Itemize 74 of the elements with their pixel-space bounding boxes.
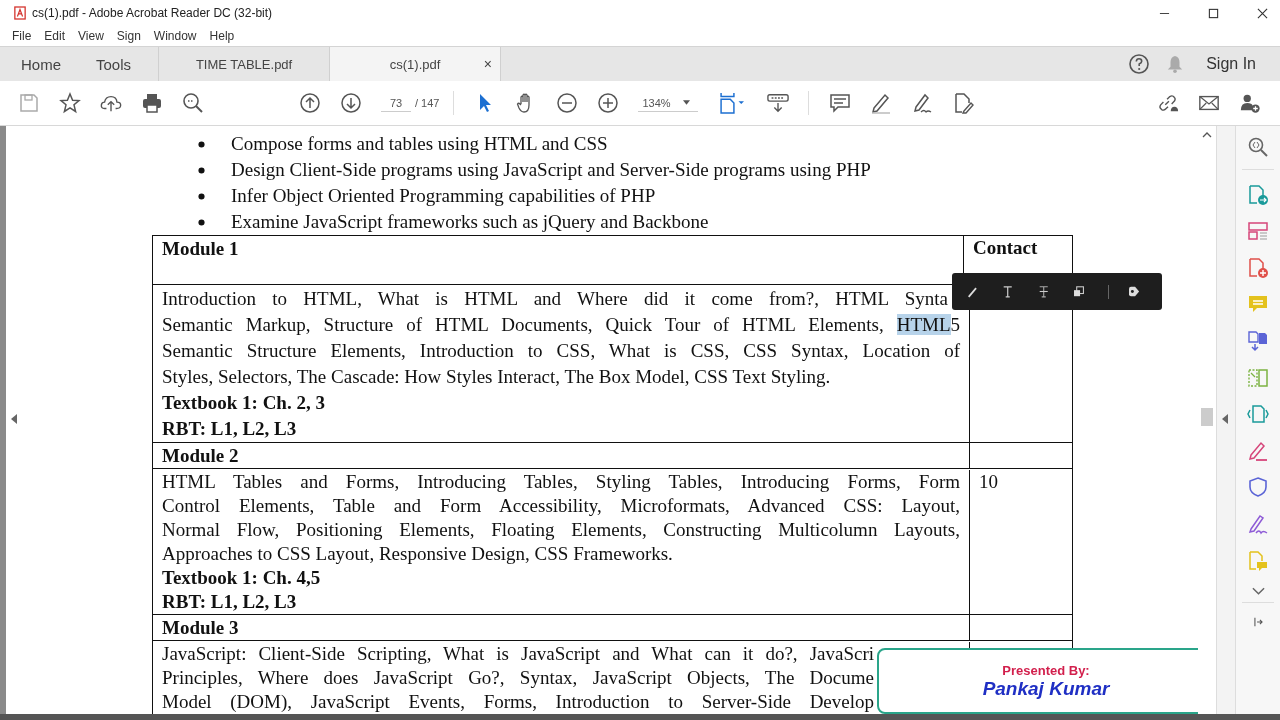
menu-item[interactable]: Edit	[44, 29, 66, 43]
module-heading: Module 3	[162, 617, 239, 638]
add-user-icon[interactable]	[1239, 92, 1261, 114]
documents-icon[interactable]	[1247, 329, 1269, 352]
window-title: cs(1).pdf - Adobe Acrobat Reader DC (32-bit)	[32, 6, 273, 20]
pdf-app-icon	[14, 6, 26, 20]
rbt-levels: RBT: L1, L2, L3	[162, 590, 298, 614]
page-count: / 147	[415, 97, 440, 109]
presenter-name: Pankaj Kumar	[982, 677, 1110, 700]
textbook-reference: Textbook 1: Ch. 2, 3	[162, 391, 326, 415]
textbook-reference: Textbook 1: Ch. 4,5	[162, 566, 322, 590]
zoom-in-icon[interactable]	[597, 92, 620, 114]
menu-item[interactable]: File	[12, 29, 32, 43]
menu-item[interactable]: Window	[153, 29, 197, 43]
document-compress-icon[interactable]	[1247, 403, 1269, 426]
collapse-panel-icon[interactable]	[1251, 617, 1265, 628]
tab-label: TIME TABLE.pdf	[195, 56, 293, 72]
zoom-dropdown[interactable]: 134%	[638, 94, 699, 112]
document-tab[interactable]: cs(1).pdf ×	[329, 47, 502, 81]
menu-item[interactable]: View	[78, 29, 104, 43]
scroll-mode-icon[interactable]	[767, 92, 790, 114]
magnifier-icon[interactable]	[1247, 136, 1269, 158]
close-icon[interactable]	[1257, 7, 1268, 19]
module-heading: Module 2	[162, 445, 239, 466]
nav-tab[interactable]: Tools	[75, 47, 146, 81]
bullet-text: Compose forms and tables using HTML and CSS	[231, 133, 608, 155]
presenter-label: Presented By:	[1002, 662, 1090, 678]
nav-tab[interactable]: Home	[0, 47, 75, 81]
expand-right-icon[interactable]	[1222, 414, 1228, 424]
tab-close-button[interactable]: ×	[483, 56, 493, 72]
page-number-field[interactable]: 73	[381, 94, 411, 112]
module-description: JavaScript: Client-Side Scripting, What is JavaScript and What can it do?, JavaScri Principles, Where does JavaScript Go?, Syntax, JavaScript Objects, The Docume Model (DOM), JavaScript Events, Forms, Introduction to Server-Side Develop	[162, 642, 874, 714]
document-edit-icon[interactable]	[952, 92, 975, 114]
contact-hours: 10	[979, 470, 999, 494]
previous-page-icon[interactable]	[299, 92, 321, 114]
column-heading: Contact	[973, 236, 1039, 260]
link-icon[interactable]	[1157, 92, 1179, 114]
scroll-up-icon[interactable]	[1202, 132, 1212, 138]
menu-item[interactable]: Sign	[116, 29, 141, 43]
help-icon[interactable]	[1128, 53, 1151, 75]
bullet-text: Infer Object Oriented Programming capabilities of PHP	[231, 185, 656, 207]
chevron-down-icon[interactable]	[1251, 586, 1265, 597]
next-page-icon[interactable]	[340, 92, 362, 114]
sign-in-button[interactable]: Sign In	[1206, 55, 1256, 73]
module-description: HTML Tables and Forms, Introducing Tables, Styling Tables, Introducing Forms, Form Control Elements, Table and Form Accessibility, Microformats, Advanced CSS: Layout, Normal Flow, Positioning Elements, Floating Elements, Constructing Multicolumn Layouts, Approaches to CSS Layout, Responsive Design, CSS Frameworks.	[162, 470, 960, 566]
signature-icon[interactable]	[1247, 512, 1269, 535]
maximize-icon[interactable]	[1208, 7, 1219, 19]
bullet-dot	[198, 140, 205, 148]
bullet-text: Design Client-Side programs using JavaScript and Server-Side programs using PHP	[231, 159, 871, 181]
layout-icon[interactable]	[1247, 220, 1269, 243]
module-description: Introduction to HTML, What is HTML and Where did it come from?, HTML Synta Semantic Markup, Structure of HTML Documents, Quick Tour of HTML Elements, HTML5 Semantic Structure Elements, Introduction to CSS, What is CSS, CSS Syntax, Location of Styles, Selectors, The Cascade: How Styles Interact, The Box Model, CSS Text Styling.	[162, 287, 960, 389]
document-arrow-icon[interactable]	[1247, 183, 1269, 206]
document-plus-icon[interactable]	[1247, 256, 1269, 279]
signature-icon[interactable]	[911, 92, 934, 114]
text-icon[interactable]	[1001, 283, 1015, 300]
bullet-text: Examine JavaScript frameworks such as jQuery and Backbone	[231, 211, 709, 233]
caret-icon[interactable]	[682, 100, 690, 105]
bullet-dot	[198, 218, 205, 226]
rbt-levels: RBT: L1, L2, L3	[162, 417, 298, 441]
pen-icon[interactable]	[870, 92, 893, 114]
tab-label: cs(1).pdf	[389, 56, 441, 72]
zoom-out-icon[interactable]	[556, 92, 579, 114]
expand-left-icon[interactable]	[11, 414, 17, 424]
print-icon[interactable]	[141, 92, 163, 114]
bullet-dot	[198, 192, 205, 200]
module-heading: Module 1	[162, 238, 239, 259]
menu-item[interactable]: Help	[209, 29, 235, 43]
star-icon[interactable]	[59, 92, 81, 114]
pen-icon[interactable]	[1247, 439, 1269, 462]
search-icon[interactable]	[182, 92, 204, 114]
comment-icon[interactable]	[829, 92, 852, 114]
shield-icon[interactable]	[1247, 476, 1269, 499]
scrollbar-thumb[interactable]	[1201, 408, 1213, 426]
bullet-dot	[198, 166, 205, 174]
